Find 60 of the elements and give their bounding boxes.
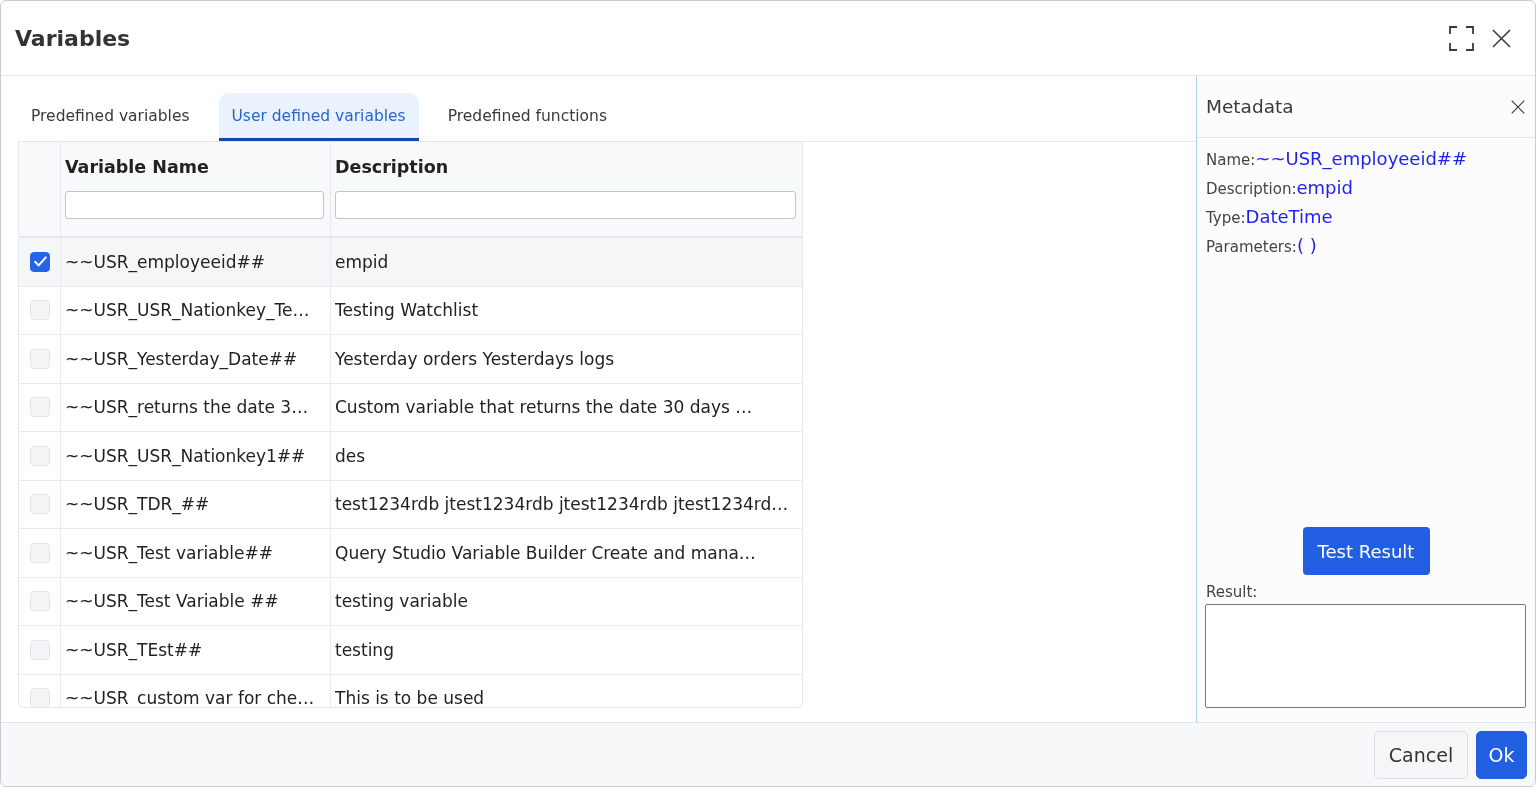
variable-name-cell: ~~USR_TDR_##: [65, 494, 210, 515]
tab[interactable]: Predefined variables: [18, 93, 203, 141]
description-cell: des: [335, 445, 366, 466]
table-row[interactable]: ~~USR_Test variable## Query Studio Variable Builder Create and mana…: [19, 529, 802, 578]
table-row[interactable]: ~~USR_Test Variable ## testing variable: [19, 577, 802, 626]
table-row[interactable]: ~~USR_TDR_## test1234rdb jtest1234rdb jtest1234rdb jtest1234rd…: [19, 480, 802, 529]
field-value: DateTime: [1245, 206, 1333, 228]
description-cell: testing variable: [335, 591, 468, 612]
tab[interactable]: User defined variables: [218, 93, 419, 141]
filter-field[interactable]: [335, 191, 796, 219]
description-cell: Query Studio Variable Builder Create and mana…: [335, 542, 756, 563]
variable-name-cell: ~~USR_Yesterday_Date##: [65, 348, 298, 369]
table-row[interactable]: ~~USR_USR_Nationkey_Te… Testing Watchlist: [19, 286, 802, 335]
maximize-button[interactable]: [1449, 25, 1474, 51]
description-cell: Testing Watchlist: [335, 300, 479, 321]
close-button[interactable]: [1492, 28, 1511, 48]
table-row[interactable]: ~~USR_TEst## testing: [19, 626, 802, 675]
result-label: Result:: [1206, 582, 1258, 602]
filter-field[interactable]: [65, 191, 324, 219]
panel-close-button[interactable]: [1511, 99, 1525, 114]
description-cell: Custom variable that returns the date 30 days …: [335, 397, 753, 418]
checkmark-icon: [33, 256, 47, 268]
dialog-title: Variables: [15, 25, 131, 51]
description-cell: Yesterday orders Yesterdays logs: [335, 348, 615, 369]
description-cell: empid: [335, 251, 389, 272]
field-label: Name:: [1206, 150, 1256, 171]
test-result-button[interactable]: Test Result: [1302, 527, 1430, 575]
variable-name-cell: ~~USR_USR_Nationkey_Te…: [65, 300, 310, 321]
panel-title: Metadata: [1206, 96, 1294, 117]
table-row[interactable]: ~~USR_returns the date 3… Custom variable that returns the date 30 days …: [19, 383, 802, 432]
table-row[interactable]: ~~USR_employeeid## empid: [19, 238, 802, 287]
result-field[interactable]: [1205, 604, 1526, 708]
variable-name-cell: ~~USR_employeeid##: [65, 251, 265, 272]
description-cell: testing: [335, 639, 394, 660]
column-header: Variable Name: [65, 156, 210, 179]
table-row[interactable]: ~~USR_USR_Nationkey1## des: [19, 432, 802, 481]
description-cell: test1234rdb jtest1234rdb jtest1234rdb jtest1234rd…: [335, 494, 789, 515]
variable-name-cell: ~~USR_Test Variable ##: [65, 591, 279, 612]
variable-name-cell: ~~USR_custom var for che…: [65, 688, 315, 707]
field-label: Parameters:: [1206, 237, 1297, 258]
variable-name-cell: ~~USR_Test variable##: [65, 542, 273, 563]
table-row[interactable]: ~~USR_custom var for che… This is to be used: [19, 674, 802, 707]
variable-name-cell: ~~USR_returns the date 3…: [65, 397, 309, 418]
close-icon: [1511, 99, 1525, 114]
field-value: ~~USR_employeeid##: [1255, 148, 1468, 170]
tab[interactable]: Predefined functions: [434, 93, 620, 141]
variable-name-cell: ~~USR_TEst##: [65, 639, 203, 660]
table-row[interactable]: ~~USR_Yesterday_Date## Yesterday orders Yesterdays logs: [19, 335, 802, 384]
variable-name-cell: ~~USR_USR_Nationkey1##: [65, 445, 306, 466]
field-label: Type:: [1206, 208, 1246, 229]
close-icon: [1492, 28, 1511, 48]
field-value: ( ): [1296, 235, 1317, 257]
maximize-icon: [1449, 25, 1474, 51]
field-label: Description:: [1206, 179, 1297, 200]
field-value: empid: [1296, 177, 1353, 199]
row-checkbox[interactable]: [30, 251, 50, 272]
cancel-button[interactable]: Cancel: [1374, 730, 1468, 779]
column-header: Description: [335, 156, 450, 179]
ok-button[interactable]: Ok: [1476, 730, 1527, 779]
description-cell: This is to be used: [335, 688, 485, 707]
